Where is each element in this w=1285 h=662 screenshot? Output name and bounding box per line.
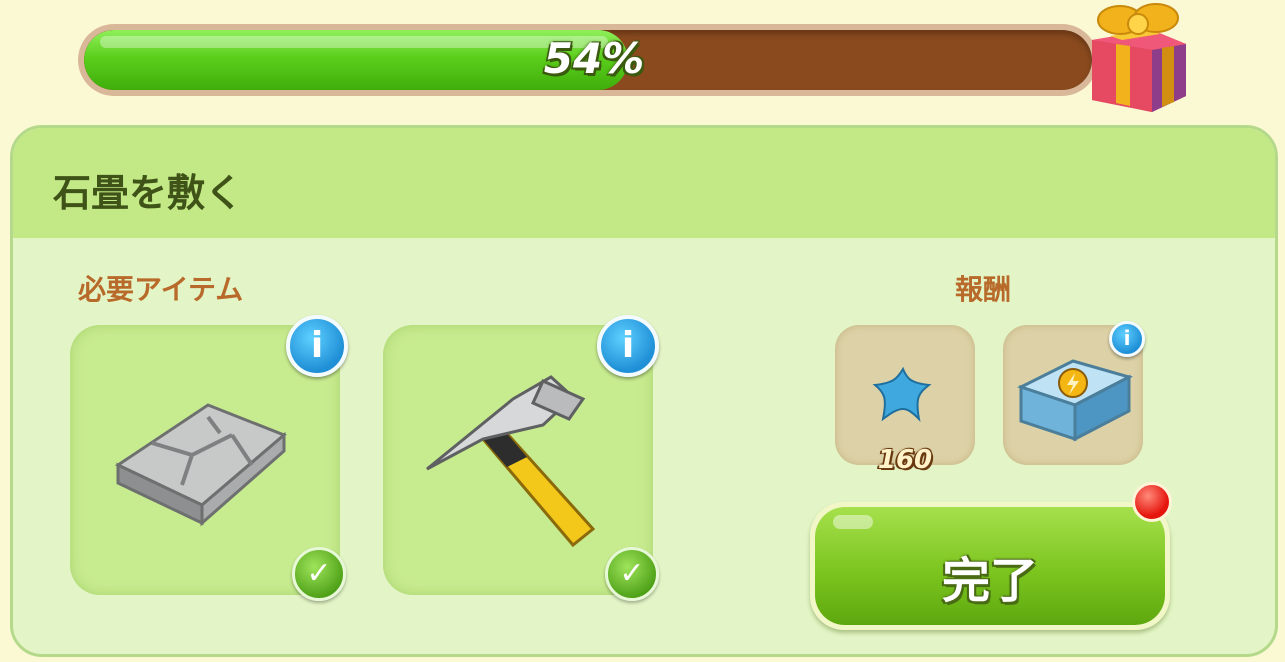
check-icon: ✓ <box>292 547 346 601</box>
complete-button-label: 完了 <box>941 553 1038 609</box>
reward-blue-star[interactable] <box>835 325 975 465</box>
blue-star-icon <box>872 366 932 422</box>
progress-percent: 54% <box>543 34 645 83</box>
reward-count: 160 <box>877 445 933 475</box>
task-title: 石畳を敷く <box>53 171 244 215</box>
energy-chest-icon <box>1017 359 1134 442</box>
required-item-hammer[interactable]: i ✓ <box>383 315 659 601</box>
complete-button[interactable]: 完了 <box>810 502 1170 630</box>
rewards-heading: 報酬 <box>955 273 1012 306</box>
chest-info-button[interactable]: i <box>1109 321 1145 357</box>
cobblestone-info-button[interactable]: i <box>286 315 348 377</box>
hammer-icon <box>426 375 596 548</box>
required-items-heading: 必要アイテム <box>78 273 244 306</box>
reward-energy-chest[interactable]: i <box>1003 321 1145 465</box>
hammer-info-button[interactable]: i <box>597 315 659 377</box>
check-icon: ✓ <box>605 547 659 601</box>
cobblestone-icon <box>114 403 287 527</box>
progress-bar: 54% <box>78 24 1098 96</box>
complete-button-face[interactable]: 完了 <box>815 507 1165 625</box>
gift-box-icon[interactable] <box>1082 0 1194 116</box>
required-item-cobblestone[interactable]: i ✓ <box>70 315 348 601</box>
panel-header: 石畳を敷く <box>13 128 1275 238</box>
notification-dot <box>1132 482 1172 522</box>
